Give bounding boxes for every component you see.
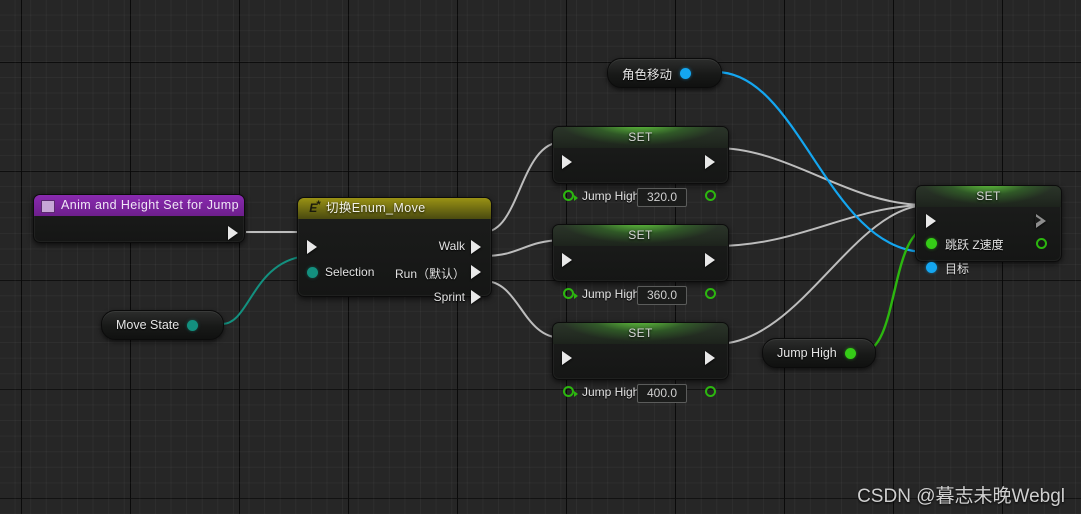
value-input[interactable]: 320.0 [637, 188, 687, 207]
exec-input-pin[interactable] [562, 155, 572, 169]
node-set-jump-high-360[interactable]: SET Jump High 360.0 [552, 224, 729, 305]
node-header: SET [553, 225, 728, 246]
node-title: 切换Enum_Move [326, 201, 426, 215]
node-set-jump-high-320[interactable]: SET Jump High 320.0 [552, 126, 729, 207]
float-input-pin[interactable] [563, 386, 578, 397]
exec-output-pin[interactable] [705, 351, 715, 365]
object-output-pin[interactable] [680, 67, 692, 79]
node-body: Jump High 400.0 [553, 344, 728, 403]
selection-label: Selection [325, 265, 375, 279]
wire-run-to-set2 [483, 239, 563, 257]
getter-jump-high[interactable]: Jump High [762, 338, 876, 368]
node-header: SET [553, 127, 728, 148]
float-output-pin[interactable] [844, 347, 856, 359]
node-body [34, 216, 244, 241]
exec-output-pin-walk[interactable] [471, 240, 481, 254]
pin-label: Jump High [582, 287, 640, 301]
output-label-walk: Walk [438, 239, 465, 253]
pin-label: Jump High [582, 385, 640, 399]
exec-input-pin[interactable] [307, 240, 317, 254]
node-body: Jump High 360.0 [553, 246, 728, 305]
exec-input-pin[interactable] [926, 214, 936, 228]
blueprint-graph-canvas[interactable]: Anim and Height Set for Jump Move State … [0, 0, 1081, 514]
wire-set1-to-setvelocity [715, 147, 927, 206]
watermark: CSDN @暮志未晚Webgl [857, 486, 1065, 507]
node-title: Anim and Height Set for Jump [61, 198, 239, 212]
enum-output-pin[interactable] [187, 319, 199, 331]
wire-set2-to-setvelocity [715, 204, 927, 247]
pin-label: Jump High [582, 189, 640, 203]
node-switch-on-enum-move[interactable]: E 切换Enum_Move Selection Walk Run（默认） Spr… [297, 197, 492, 304]
target-input-pin[interactable] [926, 262, 937, 273]
node-header: SET [553, 323, 728, 344]
wire-walk-to-set1 [483, 141, 563, 233]
value-input[interactable]: 400.0 [637, 384, 687, 403]
pin-label-jump-z-velocity: 跳跃 Z速度 [945, 238, 1004, 252]
float-input-pin[interactable] [563, 288, 578, 299]
enum-icon: E [306, 198, 321, 216]
wire-sprint-to-set3 [483, 280, 563, 339]
node-set-jump-high-400[interactable]: SET Jump High 400.0 [552, 322, 729, 403]
jump-z-velocity-input-pin[interactable] [926, 238, 937, 249]
node-header: Anim and Height Set for Jump [34, 195, 244, 216]
node-header: E 切换Enum_Move [298, 198, 491, 219]
getter-label: Move State [116, 318, 180, 332]
value-input[interactable]: 360.0 [637, 286, 687, 305]
selection-input-pin[interactable] [307, 267, 318, 278]
getter-move-state[interactable]: Move State [101, 310, 224, 340]
output-label-run: Run（默认） [394, 267, 465, 281]
exec-output-pin[interactable] [1035, 214, 1046, 228]
output-label-sprint: Sprint [433, 290, 465, 304]
getter-label: 角色移动 [622, 67, 673, 82]
node-anim-height-set-for-jump[interactable]: Anim and Height Set for Jump [33, 194, 245, 243]
exec-output-pin[interactable] [705, 253, 715, 267]
float-output-pin[interactable] [705, 386, 716, 397]
pin-label-target: 目标 [945, 262, 970, 276]
node-body: Jump High 320.0 [553, 148, 728, 207]
node-body: 跳跃 Z速度 目标 [916, 207, 1061, 276]
node-set-jump-z-velocity[interactable]: SET 跳跃 Z速度 目标 [915, 185, 1062, 276]
node-body: Selection Walk Run（默认） Sprint [298, 219, 491, 304]
exec-output-pin-run[interactable] [471, 265, 481, 279]
jump-z-velocity-output-pin[interactable] [1036, 238, 1047, 249]
getter-character-movement[interactable]: 角色移动 [607, 58, 722, 88]
exec-output-pin[interactable] [705, 155, 715, 169]
exec-output-pin[interactable] [228, 226, 238, 240]
float-output-pin[interactable] [705, 288, 716, 299]
exec-input-pin[interactable] [562, 351, 572, 365]
float-output-pin[interactable] [705, 190, 716, 201]
wire-set3-to-setvelocity [715, 204, 927, 345]
wire-movestate-to-selection [221, 255, 307, 325]
getter-label: Jump High [777, 346, 837, 360]
float-input-pin[interactable] [563, 190, 578, 201]
comment-box-icon [41, 200, 55, 213]
wire-charactermovement-to-target [715, 70, 927, 254]
exec-input-pin[interactable] [562, 253, 572, 267]
exec-output-pin-sprint[interactable] [471, 290, 481, 304]
node-header: SET [916, 186, 1061, 207]
